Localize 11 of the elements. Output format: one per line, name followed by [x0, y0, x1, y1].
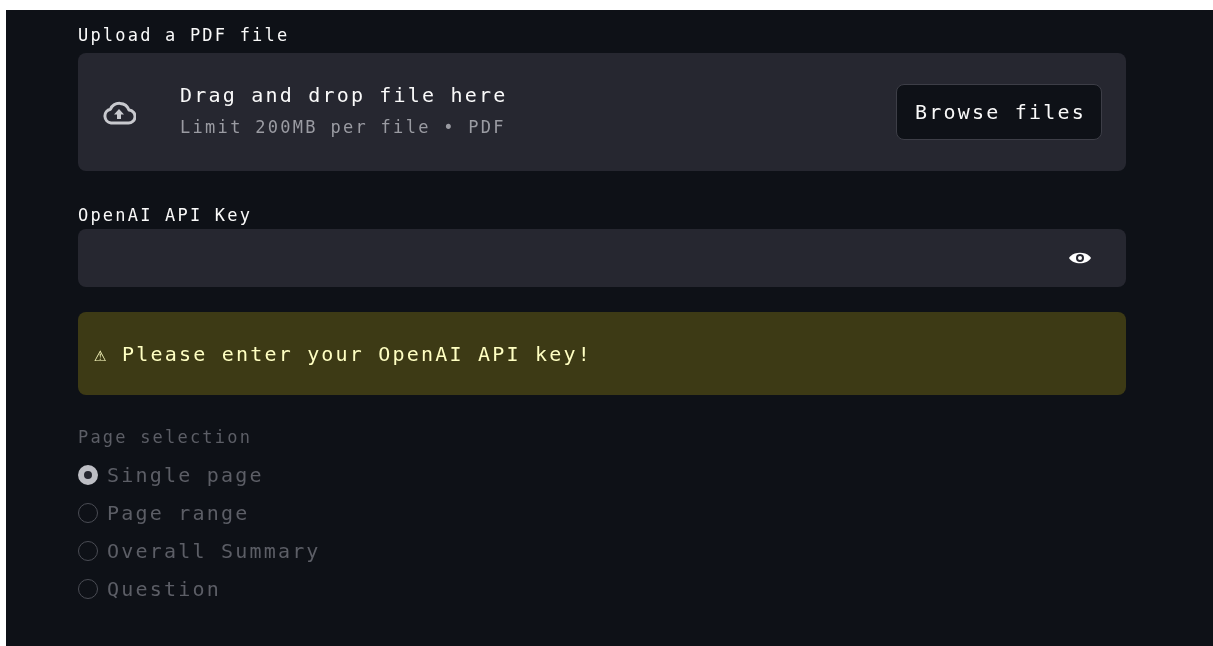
warning-icon: ⚠ [94, 341, 122, 366]
field-label: Upload a PDF file [78, 25, 291, 47]
dropzone-title: Drag and drop file here [180, 83, 509, 107]
dropzone-hint: Limit 200MB per file • PDF [180, 117, 507, 137]
api-key-field[interactable] [78, 229, 1126, 287]
browse-files-button[interactable]: Browse files [896, 84, 1102, 140]
warning-message: Please enter your OpenAI API key! [122, 341, 592, 366]
field-label: OpenAI API Key [78, 205, 254, 227]
cloud-upload-icon [102, 99, 136, 125]
radio-group-label: Page selection [78, 426, 254, 449]
file-dropzone[interactable]: Drag and drop file here Limit 200MB per file • PDF Browse files [78, 53, 1126, 171]
